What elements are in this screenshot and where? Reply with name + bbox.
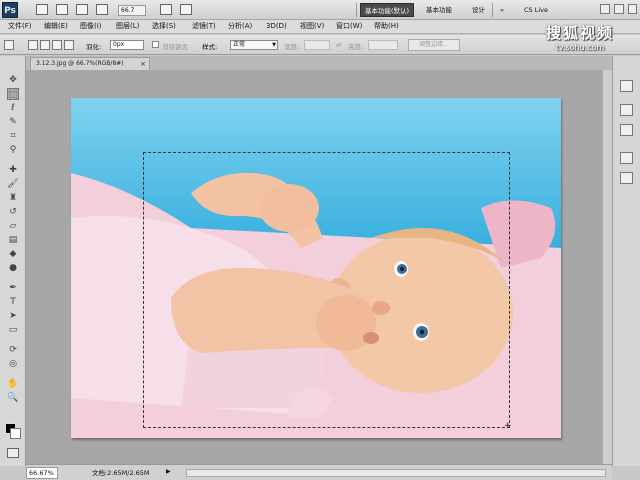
- bridge-icon[interactable]: [36, 4, 48, 15]
- menu-window[interactable]: 窗口(W): [336, 20, 362, 32]
- style-label: 样式:: [202, 43, 218, 51]
- selection-marquee: [143, 152, 510, 428]
- menu-edit[interactable]: 编辑(E): [44, 20, 68, 32]
- workspace-essentials-button[interactable]: 基本功能: [422, 3, 456, 17]
- zoom-level-display[interactable]: 66.7: [118, 5, 146, 16]
- panel-dock: [612, 56, 640, 466]
- color-panel-icon[interactable]: [620, 104, 633, 116]
- horizontal-scrollbar[interactable]: [186, 469, 606, 477]
- status-menu-arrow-icon[interactable]: ▶: [166, 468, 171, 475]
- menu-analysis[interactable]: 分析(A): [228, 20, 252, 32]
- shape-tool-icon[interactable]: ▭: [7, 324, 19, 336]
- menu-layer[interactable]: 图层(L): [116, 20, 139, 32]
- watermark-url: tv.sohu.com: [555, 43, 605, 52]
- application-bar: Ps 66.7 基本功能(默认) 基本功能 设计 » CS Live: [0, 0, 640, 20]
- brush-tool-icon[interactable]: 🖌: [7, 178, 19, 190]
- lasso-tool-icon[interactable]: ℓ: [7, 102, 19, 114]
- swatches-panel-icon[interactable]: [620, 124, 633, 136]
- toolbox: ✥ ⬚ ℓ ✎ ⌗ ⚲ ✚ 🖌 ♜ ↺ ▱ ▤ ◆ ● ✒ T ➤ ▭ ⟳ ◎ …: [0, 56, 26, 466]
- height-input[interactable]: [368, 40, 398, 50]
- expand-panels-icon[interactable]: [620, 80, 633, 92]
- extras-icon[interactable]: [76, 4, 88, 15]
- crop-tool-icon[interactable]: ⌗: [7, 130, 19, 142]
- quick-mask-icon[interactable]: [7, 448, 19, 458]
- pen-tool-icon[interactable]: ✒: [7, 282, 19, 294]
- hand-tool-icon[interactable]: ✋: [7, 378, 19, 390]
- gradient-tool-icon[interactable]: ▤: [7, 234, 19, 246]
- style-select[interactable]: 正常 ▼: [230, 40, 278, 50]
- width-input[interactable]: [304, 40, 330, 50]
- workspace-essentials-default-button[interactable]: 基本功能(默认): [360, 3, 415, 17]
- menu-image[interactable]: 图像(I): [80, 20, 102, 32]
- feather-input[interactable]: 0px: [110, 40, 144, 50]
- document-size-info: 文档:2.65M/2.65M: [92, 469, 150, 477]
- menu-select[interactable]: 选择(S): [152, 20, 176, 32]
- height-label: 高度:: [348, 43, 364, 51]
- tool-preset-icon[interactable]: [4, 40, 14, 50]
- 3d-camera-tool-icon[interactable]: ◎: [7, 358, 19, 370]
- rectangular-marquee-tool-icon[interactable]: ⬚: [7, 88, 19, 100]
- type-tool-icon[interactable]: T: [7, 296, 19, 308]
- quick-selection-tool-icon[interactable]: ✎: [7, 116, 19, 128]
- path-selection-tool-icon[interactable]: ➤: [7, 310, 19, 322]
- new-selection-icon[interactable]: [28, 40, 38, 50]
- refine-edge-button[interactable]: 调整边缘...: [408, 39, 460, 51]
- workspace-more-button[interactable]: »: [496, 3, 508, 17]
- zoom-percentage-input[interactable]: 66.67%: [26, 467, 58, 479]
- zoom-tool-icon[interactable]: 🔍: [7, 392, 19, 404]
- watermark-brand: 搜狐视频: [545, 24, 614, 42]
- maximize-icon[interactable]: [614, 4, 624, 14]
- add-to-selection-icon[interactable]: [40, 40, 50, 50]
- chevron-down-icon: ▼: [272, 42, 276, 48]
- zoom-tool-icon[interactable]: [96, 4, 108, 15]
- subtract-from-selection-icon[interactable]: [52, 40, 62, 50]
- menu-file[interactable]: 文件(F): [8, 20, 32, 32]
- move-tool-icon[interactable]: ✥: [7, 74, 19, 86]
- close-icon[interactable]: [628, 4, 637, 14]
- menu-view[interactable]: 视图(V): [300, 20, 324, 32]
- antialias-label: 消除锯齿: [162, 43, 188, 51]
- screen-mode-icon[interactable]: [160, 4, 172, 15]
- width-label: 宽度:: [284, 43, 300, 51]
- intersect-selection-icon[interactable]: [64, 40, 74, 50]
- layers-panel-icon[interactable]: [620, 172, 633, 184]
- sohu-watermark: 搜狐视频 tv.sohu.com: [534, 22, 626, 52]
- menu-filter[interactable]: 滤镜(T): [192, 20, 216, 32]
- swap-icon[interactable]: ⇄: [336, 41, 341, 49]
- feather-label: 羽化:: [86, 43, 102, 51]
- close-tab-icon[interactable]: ×: [140, 58, 146, 70]
- document-tab[interactable]: 3.12.3.jpg @ 66.7%(RGB/8#) ×: [30, 57, 150, 70]
- document-tab-title: 3.12.3.jpg @ 66.7%(RGB/8#): [36, 60, 124, 67]
- menu-3d[interactable]: 3D(D): [266, 20, 287, 32]
- blur-tool-icon[interactable]: ◆: [7, 248, 19, 260]
- dodge-tool-icon[interactable]: ●: [7, 262, 19, 274]
- eyedropper-tool-icon[interactable]: ⚲: [7, 144, 19, 156]
- document-tab-bar: 3.12.3.jpg @ 66.7%(RGB/8#) ×: [26, 56, 612, 70]
- eraser-tool-icon[interactable]: ▱: [7, 220, 19, 232]
- 3d-rotate-tool-icon[interactable]: ⟳: [7, 344, 19, 356]
- minimize-icon[interactable]: [600, 4, 610, 14]
- workspace-design-button[interactable]: 设计: [468, 3, 489, 17]
- status-bar: 66.67% 文档:2.65M/2.65M ▶: [26, 464, 612, 480]
- background-color-swatch[interactable]: [10, 428, 21, 439]
- healing-brush-tool-icon[interactable]: ✚: [7, 164, 19, 176]
- clone-stamp-tool-icon[interactable]: ♜: [7, 192, 19, 204]
- history-brush-tool-icon[interactable]: ↺: [7, 206, 19, 218]
- cursor-crosshair-icon: +: [504, 421, 512, 431]
- vertical-scrollbar[interactable]: [602, 70, 612, 464]
- adjustments-panel-icon[interactable]: [620, 152, 633, 164]
- canvas-workspace[interactable]: +: [26, 70, 602, 464]
- cs-live-button[interactable]: CS Live: [520, 3, 552, 17]
- antialias-checkbox[interactable]: [152, 41, 159, 48]
- arrange-documents-icon[interactable]: [180, 4, 192, 15]
- photoshop-logo: Ps: [2, 2, 18, 18]
- mini-bridge-icon[interactable]: [56, 4, 68, 15]
- menu-help[interactable]: 帮助(H): [374, 20, 399, 32]
